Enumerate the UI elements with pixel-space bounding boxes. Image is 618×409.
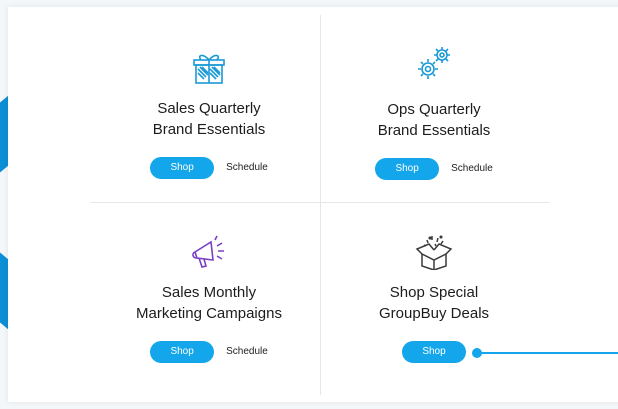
gears-icon	[309, 37, 559, 89]
card-title-line2: Brand Essentials	[152, 121, 266, 138]
card-title-line1: Sales Monthly	[161, 284, 257, 301]
shop-button[interactable]: Shop	[375, 158, 440, 180]
card-ops-quarterly: Ops Quarterly Brand Essentials Shop Sche…	[309, 37, 559, 180]
schedule-link[interactable]: Schedule	[226, 341, 268, 363]
shop-button[interactable]: Shop	[150, 341, 215, 363]
card-title-line2: GroupBuy Deals	[378, 305, 490, 322]
card-shop-special: Shop Special GroupBuy Deals Shop	[309, 232, 559, 363]
schedule-link[interactable]: Schedule	[226, 157, 268, 179]
open-box-icon	[309, 232, 559, 272]
megaphone-icon	[84, 232, 334, 272]
card-title-line1: Ops Quarterly	[387, 101, 481, 118]
gift-box-icon	[84, 48, 334, 88]
card-title-line1: Shop Special	[389, 284, 479, 301]
card-sales-quarterly: Sales Quarterly Brand Essentials Shop Sc…	[84, 48, 334, 179]
card-sales-monthly: Sales Monthly Marketing Campaigns Shop S…	[84, 232, 334, 363]
card-title-line2: Marketing Campaigns	[136, 305, 282, 322]
shop-button[interactable]: Shop	[150, 157, 215, 179]
shop-button[interactable]: Shop	[402, 341, 466, 363]
card-title-line1: Sales Quarterly	[157, 100, 261, 117]
schedule-link[interactable]: Schedule	[451, 158, 493, 180]
connector-line	[472, 348, 618, 358]
horizontal-divider	[91, 202, 549, 203]
card-title-line2: Brand Essentials	[377, 122, 491, 139]
